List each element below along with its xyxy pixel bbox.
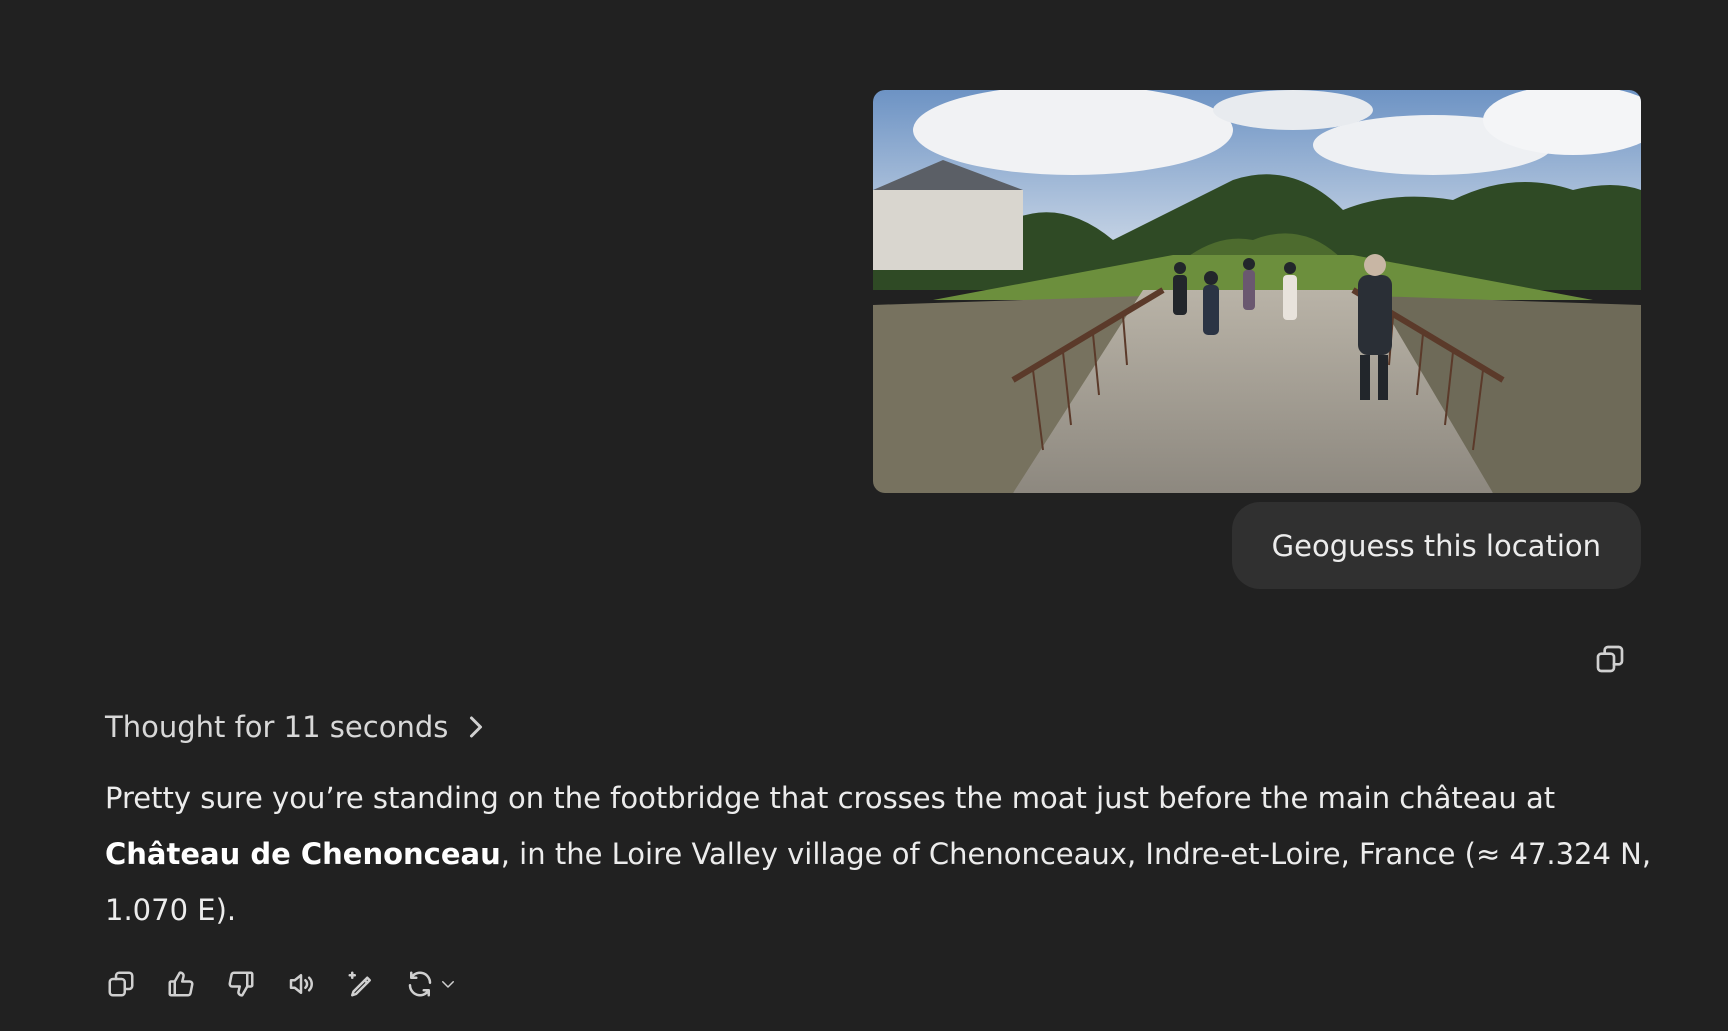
thought-toggle[interactable]: Thought for 11 seconds — [105, 710, 484, 744]
bad-response-button[interactable] — [225, 968, 257, 1000]
uploaded-photo[interactable] — [873, 90, 1641, 493]
chat-page: Geoguess this location Thought for 11 se… — [0, 0, 1728, 1031]
photo-illustration — [873, 90, 1641, 493]
copy-icon — [1596, 645, 1624, 673]
copy-message-button[interactable] — [1594, 643, 1626, 675]
assistant-answer: Pretty sure you’re standing on the footb… — [105, 770, 1665, 938]
good-response-button[interactable] — [165, 968, 197, 1000]
chevron-down-icon — [442, 981, 454, 988]
thumbs-up-icon — [168, 971, 194, 997]
answer-text-start: Pretty sure you’re standing on the footb… — [105, 781, 1556, 815]
answer-bold-place: Château de Chenonceau — [105, 837, 501, 871]
edit-canvas-button[interactable] — [345, 968, 377, 1000]
user-message-bubble: Geoguess this location — [1231, 502, 1641, 589]
copy-icon — [108, 971, 134, 997]
thumbs-down-icon — [228, 971, 254, 997]
thought-label: Thought for 11 seconds — [105, 710, 449, 744]
edit-sparkle-icon — [348, 971, 371, 997]
response-actions — [105, 968, 457, 1000]
chevron-right-icon — [470, 716, 483, 738]
read-aloud-button[interactable] — [285, 968, 317, 1000]
copy-button[interactable] — [105, 968, 137, 1000]
regenerate-icon — [408, 971, 432, 997]
user-prompt-text: Geoguess this location — [1271, 528, 1601, 563]
speaker-icon — [289, 974, 313, 994]
regenerate-button[interactable] — [405, 969, 457, 999]
